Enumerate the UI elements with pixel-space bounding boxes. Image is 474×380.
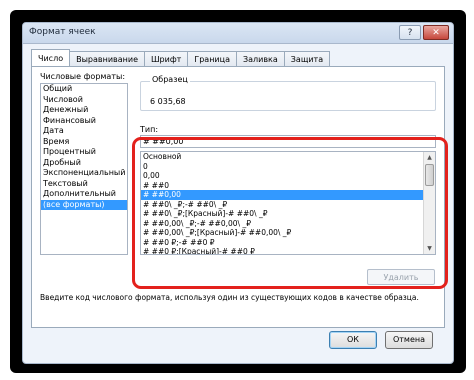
sample-label: Образец (150, 75, 190, 84)
dialog-title: Формат ячеек (29, 27, 96, 37)
close-button[interactable]: ✕ (423, 25, 449, 40)
tab-font[interactable]: Шрифт (144, 51, 189, 66)
title-bar: Формат ячеек ? ✕ (23, 23, 453, 44)
tab-number[interactable]: Число (31, 49, 71, 66)
sample-group (140, 81, 436, 111)
tab-fill[interactable]: Заливка (235, 51, 285, 66)
type-label: Тип: (140, 125, 159, 134)
tab-border[interactable]: Граница (187, 51, 237, 66)
tab-protection[interactable]: Защита (283, 51, 331, 66)
format-cells-dialog: Формат ячеек ? ✕ Число Выравнивание Шриф… (22, 22, 454, 364)
category-item-selected[interactable]: (все форматы) (41, 199, 127, 210)
tab-alignment[interactable]: Выравнивание (69, 51, 145, 66)
category-item[interactable]: Финансовый (41, 116, 127, 127)
highlight-annotation (132, 137, 448, 289)
sample-value: 6 035,68 (150, 97, 186, 106)
category-item[interactable]: Процентный (41, 147, 127, 158)
category-item[interactable]: Общий (41, 84, 127, 95)
number-tab-panel: Числовые форматы: Общий Числовой Денежны… (31, 66, 448, 328)
category-item[interactable]: Экспоненциальный (41, 168, 127, 179)
tab-strip: Число Выравнивание Шрифт Граница Заливка… (31, 49, 331, 66)
category-item[interactable]: Время (41, 137, 127, 148)
category-item[interactable]: Дата (41, 126, 127, 137)
hint-text: Введите код числового формата, используя… (40, 293, 419, 302)
help-button[interactable]: ? (399, 25, 421, 40)
category-item[interactable]: Денежный (41, 105, 127, 116)
category-item[interactable]: Текстовый (41, 179, 127, 190)
category-item[interactable]: Дробный (41, 158, 127, 169)
cancel-button[interactable]: Отмена (385, 331, 433, 349)
categories-label: Числовые форматы: (40, 72, 126, 81)
category-item[interactable]: Дополнительный (41, 189, 127, 200)
ok-button[interactable]: ОК (329, 331, 377, 349)
category-item[interactable]: Числовой (41, 95, 127, 106)
category-list[interactable]: Общий Числовой Денежный Финансовый Дата … (40, 83, 128, 255)
